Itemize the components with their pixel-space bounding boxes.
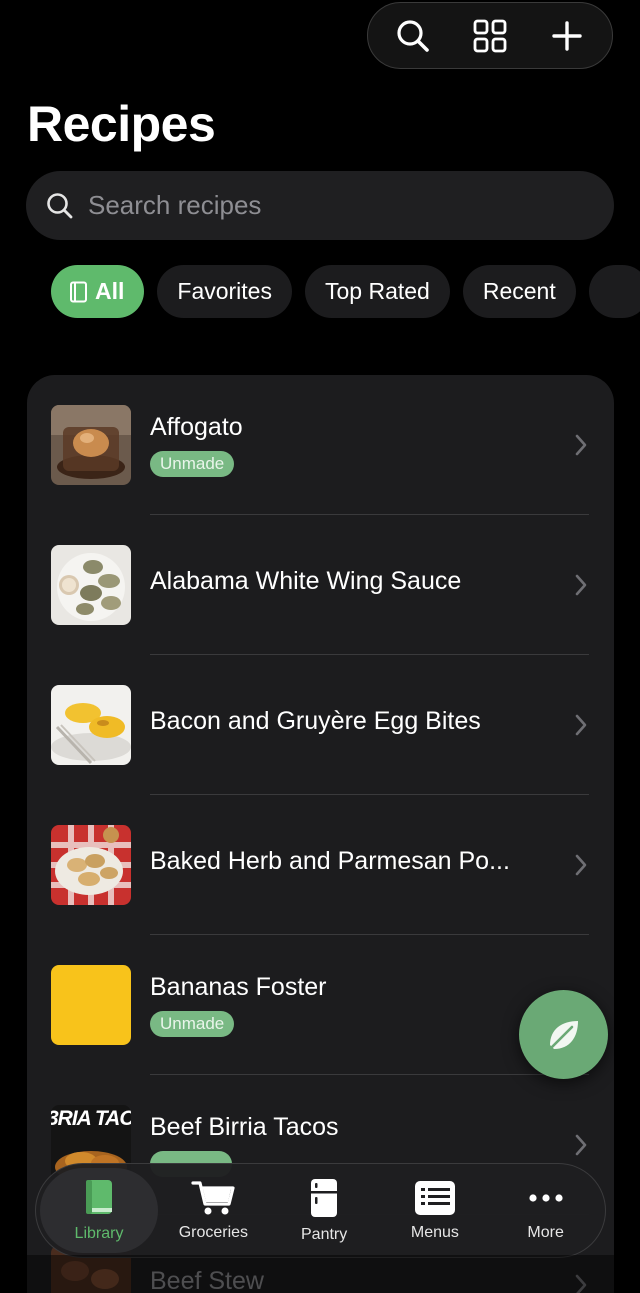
recipe-thumbnail: [51, 405, 131, 485]
grid-icon: [473, 19, 507, 52]
filter-chip-recent[interactable]: Recent: [462, 265, 576, 318]
tab-groceries[interactable]: Groceries: [158, 1168, 269, 1253]
tab-pantry[interactable]: Pantry: [269, 1168, 380, 1253]
recipe-thumbnail: [51, 825, 131, 905]
recipe-row-affogato[interactable]: Affogato Unmade: [27, 375, 614, 515]
status-badge: Unmade: [150, 451, 235, 477]
recipe-thumbnail: [51, 685, 131, 765]
bottom-tab-bar: Library Groceries Pantry Menus More: [35, 1163, 606, 1258]
filter-chip-all[interactable]: All: [51, 265, 145, 318]
recipe-title: Alabama White Wing Sauce: [150, 567, 462, 595]
tab-library[interactable]: Library: [40, 1168, 158, 1253]
filter-chip-favorites[interactable]: Favorites: [157, 265, 292, 318]
recipe-title: Baked Herb and Parmesan Po...: [150, 847, 510, 875]
tab-menus[interactable]: Menus: [380, 1168, 491, 1253]
menu-list-icon: [414, 1180, 455, 1215]
tab-label: Groceries: [178, 1223, 249, 1241]
search-icon: [47, 192, 73, 218]
ellipsis-icon: [529, 1193, 563, 1202]
search-input[interactable]: [88, 190, 568, 221]
status-badge: Unmade: [150, 1011, 235, 1037]
page-title: Recipes: [27, 96, 216, 152]
recipe-row-alabama-white-wing-sauce[interactable]: Alabama White Wing Sauce: [27, 515, 614, 655]
chevron-right-icon: [575, 434, 587, 456]
search-button[interactable]: [383, 6, 443, 66]
recipe-list: Affogato Unmade Alabama White Wing Sauce…: [27, 375, 614, 1293]
filter-chip-label: Recent: [482, 278, 556, 304]
bottom-fade-overlay: [0, 1255, 640, 1293]
book-icon: [70, 281, 87, 302]
filter-chip-label: Top Rated: [324, 278, 430, 304]
filter-chips: All Favorites Top Rated Recent: [51, 265, 640, 319]
tab-label: Pantry: [301, 1225, 348, 1243]
leaf-fab-button[interactable]: [519, 990, 608, 1079]
chevron-right-icon: [575, 854, 587, 876]
add-recipe-button[interactable]: [537, 6, 597, 66]
search-bar[interactable]: [26, 171, 614, 240]
recipe-title: Affogato: [150, 413, 243, 441]
recipe-title: Bacon and Gruyère Egg Bites: [150, 707, 481, 735]
plus-icon: [552, 20, 583, 51]
filter-chip-label: All: [95, 278, 125, 304]
recipe-row-baked-herb-parmesan[interactable]: Baked Herb and Parmesan Po...: [27, 795, 614, 935]
recipe-title: Beef Birria Tacos: [150, 1113, 339, 1141]
thumbnail-caption: 3RIA TAC: [51, 1107, 131, 1130]
recipe-title: Bananas Foster: [150, 973, 327, 1001]
chevron-right-icon: [575, 1134, 587, 1156]
tab-more[interactable]: More: [490, 1168, 601, 1253]
tab-label: Menus: [410, 1223, 459, 1241]
search-icon: [397, 19, 429, 52]
grid-view-button[interactable]: [460, 6, 520, 66]
book-icon: [86, 1179, 112, 1214]
cart-icon: [191, 1180, 235, 1214]
recipe-thumbnail: [51, 965, 131, 1045]
chevron-right-icon: [575, 574, 587, 596]
top-toolbar: [367, 2, 613, 69]
filter-chip-more[interactable]: [588, 265, 640, 318]
filter-chip-top-rated[interactable]: Top Rated: [304, 265, 450, 318]
recipe-thumbnail: [51, 545, 131, 625]
filter-chip-label: Favorites: [177, 278, 272, 304]
recipe-row-bacon-gruyere-egg-bites[interactable]: Bacon and Gruyère Egg Bites: [27, 655, 614, 795]
fridge-icon: [311, 1178, 338, 1217]
chevron-right-icon: [575, 714, 587, 736]
tab-label: Library: [74, 1224, 124, 1242]
leaf-icon: [549, 1020, 578, 1049]
tab-label: More: [527, 1223, 564, 1241]
